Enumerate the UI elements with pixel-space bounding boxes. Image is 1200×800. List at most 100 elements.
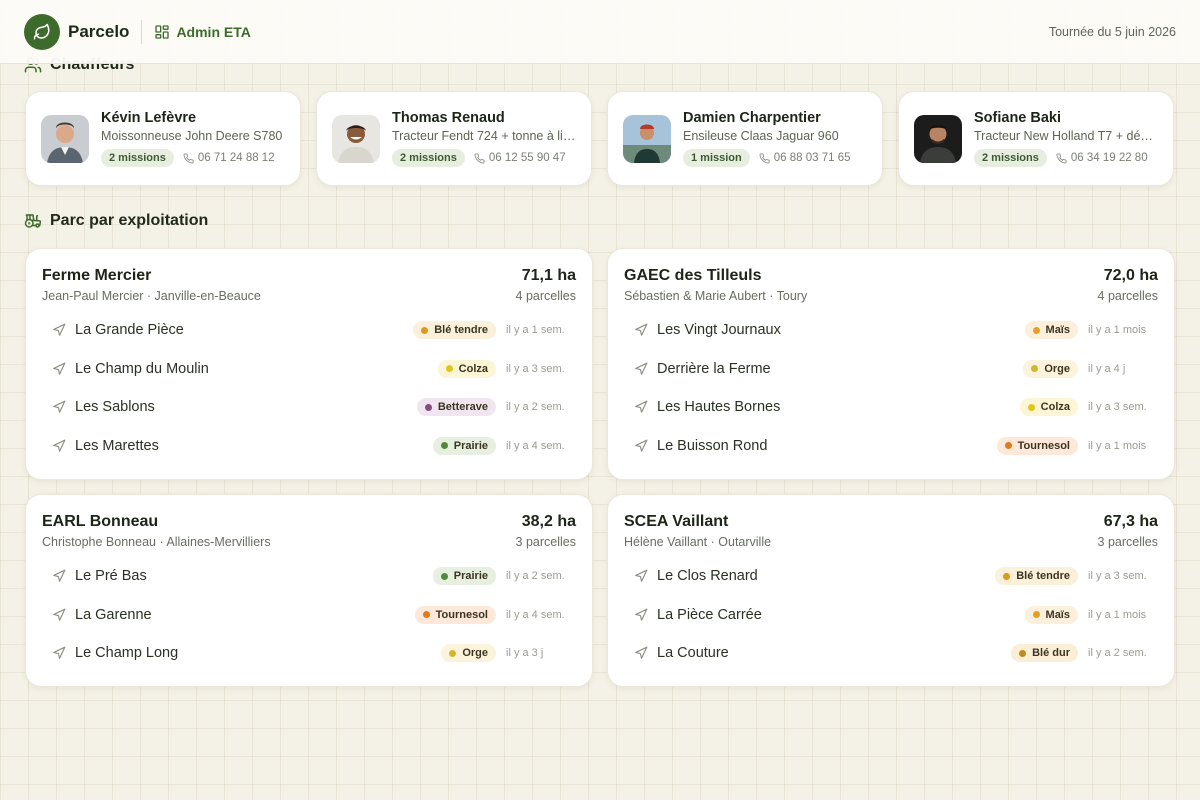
parcel-name: Le Pré Bas <box>75 568 147 585</box>
parcel-row[interactable]: Les Sablons Betterave il y a 2 sem. <box>42 388 576 427</box>
tour-date: Tournée du 5 juin 2026 <box>1048 24 1176 39</box>
farm-area: 72,0 ha <box>1103 267 1158 284</box>
last-visit: il y a 1 sem. <box>506 324 565 337</box>
phone-number[interactable]: 06 12 55 90 47 <box>474 152 566 164</box>
parcel-list: La Grande Pièce Blé tendre il y a 1 sem. Le… <box>42 311 576 465</box>
navigation-arrow-icon <box>634 323 648 337</box>
last-visit: il y a 1 mois <box>1088 324 1147 337</box>
crop-label: Blé tendre <box>1016 570 1070 583</box>
farm-card[interactable]: SCEA Vaillant Hélène Vaillant · Outarvill… <box>607 494 1175 687</box>
navigation-arrow-icon <box>634 608 648 622</box>
crop-dot <box>449 649 457 657</box>
farm-name: GAEC des Tilleuls <box>624 267 762 284</box>
parcel-name: La Pièce Carrée <box>657 606 762 623</box>
last-visit: il y a 3 sem. <box>506 362 565 375</box>
parcel-row[interactable]: Les Vingt Journaux Maïs il y a 1 mois <box>624 311 1158 350</box>
parcel-name: Le Clos Renard <box>657 568 758 585</box>
driver-machine: Ensileuse Claas Jaguar 960 <box>683 129 839 143</box>
crop-dot <box>1031 365 1039 373</box>
parcel-row[interactable]: Les Hautes Bornes Colza il y a 3 sem. <box>624 388 1158 427</box>
avatar <box>623 114 671 163</box>
last-visit: il y a 3 sem. <box>1088 401 1147 414</box>
crop-badge: Colza <box>437 359 496 378</box>
crop-dot <box>1032 611 1040 619</box>
phone-text: 06 88 03 71 65 <box>773 152 851 164</box>
phone-number[interactable]: 06 71 24 88 12 <box>183 152 275 164</box>
crop-label: Orge <box>1044 362 1070 375</box>
navigation-arrow-icon <box>634 646 648 660</box>
parcel-row[interactable]: La Grande Pièce Blé tendre il y a 1 sem. <box>42 311 576 350</box>
farm-area: 38,2 ha <box>521 513 576 530</box>
farm-card[interactable]: EARL Bonneau Christophe Bonneau · Allaine… <box>25 494 593 687</box>
farms-title-text: Parc par exploitation <box>50 212 209 229</box>
driver-card[interactable]: Sofiane Baki Tracteur New Holland T7 + d… <box>898 91 1174 186</box>
top-bar: Parcelo Admin ETA Tournée du 5 juin 2026 <box>0 0 1200 64</box>
navigation-arrow-icon <box>634 362 648 376</box>
farm-name: EARL Bonneau <box>42 513 159 530</box>
parcel-name: Les Hautes Bornes <box>657 399 781 416</box>
crop-badge: Tournesol <box>414 605 496 624</box>
farm-name: Ferme Mercier <box>42 267 152 284</box>
crop-badge: Maïs <box>1024 605 1078 624</box>
farm-card[interactable]: Ferme Mercier Jean-Paul Mercier · Janvill… <box>25 248 593 480</box>
dashboard-grid-icon <box>154 24 170 40</box>
crop-label: Orge <box>462 647 488 660</box>
parcel-row[interactable]: La Pièce Carrée Maïs il y a 1 mois <box>624 596 1158 635</box>
parcel-row[interactable]: La Garenne Tournesol il y a 4 sem. <box>42 596 576 635</box>
parcel-name: Le Champ Long <box>75 645 179 662</box>
crop-label: Betterave <box>437 401 488 414</box>
driver-machine: Tracteur New Holland T7 + déchaumeur <box>974 129 1158 143</box>
driver-name: Kévin Lefèvre <box>101 110 197 126</box>
phone-text: 06 34 19 22 80 <box>1070 152 1148 164</box>
driver-card[interactable]: Kévin Lefèvre Moissonneuse John Deere S7… <box>25 91 301 186</box>
driver-card[interactable]: Thomas Renaud Tracteur Fendt 724 + tonne… <box>316 91 592 186</box>
farm-parcel-count: 3 parcelles <box>1097 535 1158 549</box>
phone-icon <box>474 152 485 164</box>
crop-label: Prairie <box>453 570 488 583</box>
parcel-row[interactable]: Le Buisson Rond Tournesol il y a 1 mois <box>624 427 1158 466</box>
phone-number[interactable]: 06 88 03 71 65 <box>759 152 851 164</box>
crop-badge: Colza <box>1019 398 1078 417</box>
crop-label: Blé dur <box>1032 647 1070 660</box>
parcel-row[interactable]: Le Champ Long Orge il y a 3 j <box>42 634 576 673</box>
brand-name[interactable]: Parcelo <box>68 22 129 42</box>
crop-dot <box>422 611 430 619</box>
parcel-row[interactable]: Le Pré Bas Prairie il y a 2 sem. <box>42 557 576 596</box>
phone-text: 06 12 55 90 47 <box>488 152 566 164</box>
driver-card[interactable]: Damien Charpentier Ensileuse Claas Jagua… <box>607 91 883 186</box>
last-visit: il y a 3 sem. <box>1088 570 1147 583</box>
crop-dot <box>424 403 432 411</box>
crop-badge: Prairie <box>432 567 496 586</box>
crop-label: Colza <box>1040 401 1070 414</box>
last-visit: il y a 4 j <box>1088 362 1126 375</box>
navigation-arrow-icon <box>52 439 66 453</box>
last-visit: il y a 1 mois <box>1088 439 1147 452</box>
navigation-arrow-icon <box>52 400 66 414</box>
avatar <box>332 114 380 163</box>
phone-icon <box>1056 152 1067 164</box>
missions-badge: 2 missions <box>974 149 1047 167</box>
farm-card[interactable]: GAEC des Tilleuls Sébastien & Marie Auber… <box>607 248 1175 480</box>
farm-area: 71,1 ha <box>521 267 576 284</box>
missions-badge: 2 missions <box>392 149 465 167</box>
parcel-row[interactable]: Le Clos Renard Blé tendre il y a 3 sem. <box>624 557 1158 596</box>
crop-badge: Tournesol <box>996 436 1078 455</box>
parcel-name: Les Marettes <box>75 437 159 454</box>
parcel-row[interactable]: Le Champ du Moulin Colza il y a 3 sem. <box>42 350 576 389</box>
navigation-arrow-icon <box>52 362 66 376</box>
farms-section-title: Parc par exploitation <box>24 212 208 230</box>
avatar <box>41 114 89 163</box>
crop-dot <box>421 326 429 334</box>
leaf-logo-icon[interactable] <box>24 13 60 50</box>
parcel-row[interactable]: La Couture Blé dur il y a 2 sem. <box>624 634 1158 673</box>
phone-number[interactable]: 06 34 19 22 80 <box>1056 152 1148 164</box>
parcel-row[interactable]: Les Marettes Prairie il y a 4 sem. <box>42 427 576 466</box>
farm-parcel-count: 4 parcelles <box>1097 289 1158 303</box>
crop-label: Prairie <box>453 439 488 452</box>
last-visit: il y a 4 sem. <box>506 608 565 621</box>
admin-eta-link[interactable]: Admin ETA <box>154 24 251 40</box>
crop-label: Tournesol <box>1017 439 1070 452</box>
parcel-row[interactable]: Derrière la Ferme Orge il y a 4 j <box>624 350 1158 389</box>
parcel-list: Les Vingt Journaux Maïs il y a 1 mois Derri… <box>624 311 1158 465</box>
last-visit: il y a 3 j <box>506 647 544 660</box>
